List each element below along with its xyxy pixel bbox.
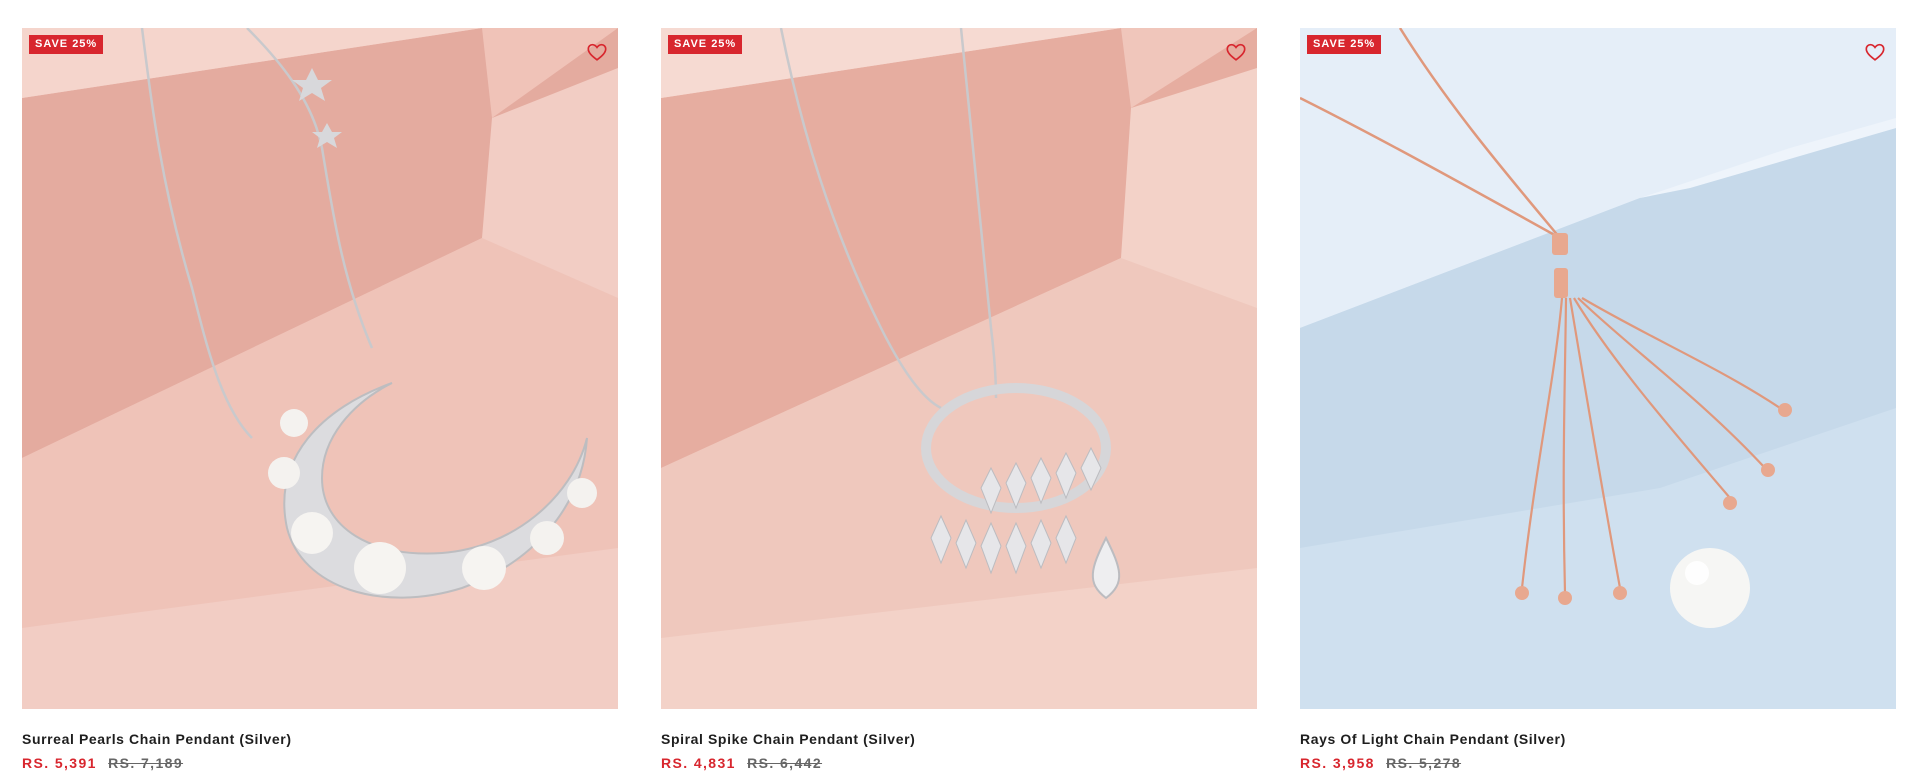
- product-photo: [22, 28, 618, 709]
- discount-badge: SAVE 25%: [1307, 35, 1382, 54]
- original-price: RS. 5,278: [1386, 755, 1462, 771]
- original-price: RS. 7,189: [108, 755, 184, 771]
- product-grid: SAVE 25% Surreal Pearls Chain Pendant (S…: [0, 0, 1920, 783]
- sale-price: RS. 5,391: [22, 755, 97, 771]
- original-price: RS. 6,442: [747, 755, 823, 771]
- price-row: RS. 3,958 RS. 5,278: [1300, 754, 1896, 772]
- product-title[interactable]: Rays Of Light Chain Pendant (Silver): [1300, 730, 1896, 748]
- discount-badge: SAVE 25%: [668, 35, 743, 54]
- product-photo: [661, 28, 1257, 709]
- price-row: RS. 5,391 RS. 7,189: [22, 754, 618, 772]
- product-card[interactable]: SAVE 25% Surreal Pearls Chain Pendant (S…: [22, 28, 618, 772]
- product-card[interactable]: SAVE 25% Rays Of Light Chain Pendant (Si…: [1300, 28, 1896, 772]
- product-card[interactable]: SAVE 25% Spiral Spike Chain Pendant (Sil…: [661, 28, 1257, 772]
- product-image[interactable]: SAVE 25%: [22, 28, 618, 709]
- heart-outline-icon[interactable]: [586, 41, 608, 63]
- sale-price: RS. 4,831: [661, 755, 736, 771]
- sale-price: RS. 3,958: [1300, 755, 1375, 771]
- product-title[interactable]: Surreal Pearls Chain Pendant (Silver): [22, 730, 618, 748]
- price-row: RS. 4,831 RS. 6,442: [661, 754, 1257, 772]
- product-image[interactable]: SAVE 25%: [1300, 28, 1896, 709]
- product-photo: [1300, 28, 1896, 709]
- heart-outline-icon[interactable]: [1225, 41, 1247, 63]
- heart-outline-icon[interactable]: [1864, 41, 1886, 63]
- product-title[interactable]: Spiral Spike Chain Pendant (Silver): [661, 730, 1257, 748]
- discount-badge: SAVE 25%: [29, 35, 104, 54]
- product-image[interactable]: SAVE 25%: [661, 28, 1257, 709]
